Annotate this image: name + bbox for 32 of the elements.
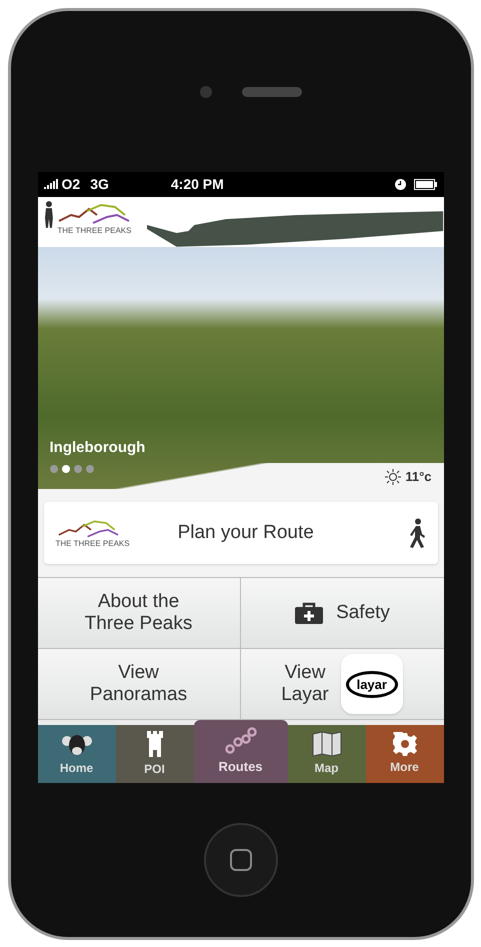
layar-app-badge[interactable]: layar: [340, 654, 403, 714]
tab-bar-item[interactable]: Routes: [194, 720, 288, 783]
signal-icon: [44, 179, 58, 190]
tower-icon: [146, 730, 164, 758]
carrier-label: O2: [62, 174, 80, 194]
menu-tile[interactable]: View Layar layar: [240, 649, 444, 720]
menu-tile[interactable]: View Panoramas: [38, 649, 240, 720]
logo-text: THE THREE PEAKS: [57, 226, 132, 235]
status-time: 4:20 PM: [170, 174, 224, 194]
tab-bar-item[interactable]: Home: [38, 725, 116, 783]
plan-route-button[interactable]: THE THREE PEAKS Plan your Route: [44, 502, 438, 564]
menu-tile[interactable]: About the Three Peaks: [38, 578, 240, 649]
sun-icon: [385, 468, 402, 485]
network-label: 3G: [90, 174, 109, 194]
logo-text: THE THREE PEAKS: [56, 540, 130, 548]
square-icon: [230, 849, 252, 871]
front-camera: [200, 86, 212, 98]
menu-tile[interactable]: Safety: [240, 578, 444, 649]
settings-icon: [392, 732, 416, 756]
tab-bar-item[interactable]: More: [366, 725, 444, 783]
first-aid-kit-icon: [294, 601, 324, 625]
temperature-reading: 11°c: [405, 468, 432, 486]
folded-map-icon: [312, 731, 342, 757]
walking-person-icon: [408, 518, 426, 548]
location-caption: Ingleborough: [50, 438, 146, 458]
route-dots-icon: [224, 726, 256, 755]
hiker-silhouette-icon: [44, 200, 54, 229]
battery-icon: [414, 178, 438, 190]
tab-bar-item[interactable]: POI: [116, 725, 194, 783]
speaker-grille: [242, 86, 302, 96]
clock-icon: [394, 178, 406, 190]
tab-bar-item[interactable]: Map: [288, 725, 366, 783]
